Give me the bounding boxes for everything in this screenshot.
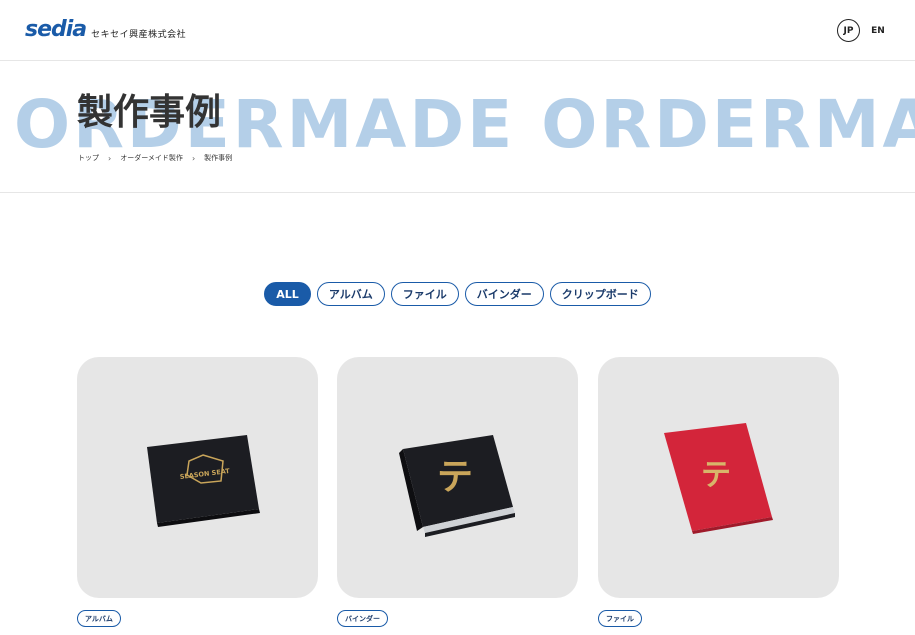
logo[interactable]: sedia セキセイ興産株式会社	[25, 19, 186, 41]
lang-en-button[interactable]: EN	[867, 19, 889, 42]
case-card[interactable]: テ バインダー	[337, 357, 578, 627]
filter-chip-file[interactable]: ファイル	[390, 282, 459, 306]
file-print-text: テ	[701, 458, 731, 493]
case-card[interactable]: テ ファイル	[598, 357, 839, 627]
filter-chip-clipboard[interactable]: クリップボード	[549, 282, 651, 306]
filter-chip-all[interactable]: ALL	[264, 282, 311, 306]
binder-print-text: テ	[437, 457, 473, 498]
case-card-image[interactable]: テ	[337, 357, 578, 598]
breadcrumb-separator: ›	[108, 153, 112, 163]
page-hero: ORDERMADE ORDERMADE 製作事例 トップ › オーダーメイド製作…	[0, 61, 915, 193]
filter-chip-album[interactable]: アルバム	[316, 282, 385, 306]
lang-jp-button[interactable]: JP	[837, 19, 860, 42]
logo-company-name: セキセイ興産株式会社	[91, 30, 187, 40]
category-tag: バインダー	[337, 610, 388, 627]
filter-chip-binder[interactable]: バインダー	[464, 282, 544, 306]
case-card-image[interactable]: テ	[598, 357, 839, 598]
category-tag: アルバム	[77, 610, 121, 627]
breadcrumb-item-current: 製作事例	[204, 154, 233, 162]
site-header: sedia セキセイ興産株式会社 JP EN	[0, 0, 915, 61]
breadcrumb-item-ordermade[interactable]: オーダーメイド製作	[120, 153, 183, 163]
case-card[interactable]: SEASON SEAT アルバム	[77, 357, 318, 627]
black-album-icon: SEASON SEAT	[147, 435, 260, 527]
category-tag: ファイル	[598, 610, 642, 627]
black-binder-icon: テ	[399, 435, 515, 537]
breadcrumb-separator: ›	[191, 153, 196, 163]
page-title: 製作事例	[77, 92, 222, 133]
category-filters: ALL アルバム ファイル バインダー クリップボード	[0, 282, 915, 306]
case-card-image[interactable]: SEASON SEAT	[77, 357, 318, 598]
breadcrumb-item-top[interactable]: トップ	[78, 153, 99, 163]
logo-mark: sedia	[25, 17, 87, 42]
breadcrumb: トップ › オーダーメイド製作 › 製作事例	[78, 153, 232, 163]
red-file-icon: テ	[664, 423, 773, 534]
